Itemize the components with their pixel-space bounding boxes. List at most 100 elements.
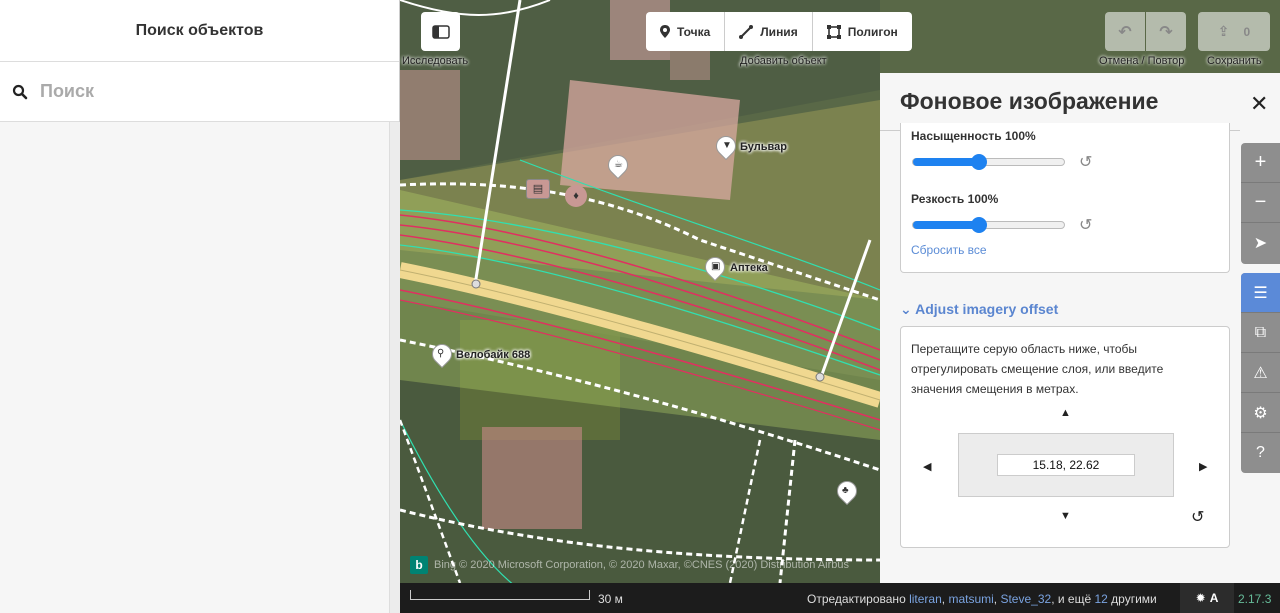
- issues-icon: ⚠: [1253, 364, 1268, 382]
- editor-link[interactable]: matsumi: [948, 592, 993, 606]
- offset-section-title: Adjust imagery offset: [915, 301, 1059, 317]
- sharpness-handle[interactable]: [971, 217, 988, 233]
- bicycle-icon: ⚲: [437, 348, 445, 359]
- editor-link[interactable]: literan: [909, 592, 942, 606]
- reset-saturation-icon[interactable]: ↺: [1079, 152, 1092, 172]
- saturation-handle[interactable]: [971, 154, 988, 170]
- add-line-label: Линия: [760, 24, 798, 39]
- save-count: 0: [1243, 24, 1251, 39]
- editor-link[interactable]: Steve_32: [1000, 592, 1051, 606]
- reset-sharpness-icon[interactable]: ↺: [1079, 215, 1092, 235]
- map-data-icon: ⧉: [1254, 323, 1267, 341]
- upload-icon: ⇪: [1217, 23, 1230, 39]
- sidebar-toggle-button[interactable]: [421, 12, 460, 51]
- display-options-box: Насыщенность 100% ↺ Резкость 100% ↺ Сбро…: [900, 123, 1230, 273]
- add-line-button[interactable]: Линия: [725, 12, 813, 51]
- background-panel: Фоновое изображение ✕ Насыщенность 100% …: [880, 73, 1280, 583]
- undo-icon: ↶: [1118, 23, 1132, 41]
- bug-icon: ✹: [1195, 591, 1206, 605]
- offset-description: Перетащите серую область ниже, чтобы отр…: [911, 342, 1164, 396]
- explore-label: Исследовать: [402, 55, 469, 67]
- feature-search-sidebar: Поиск объектов: [0, 0, 400, 613]
- saturation-value: 100%: [1005, 129, 1036, 143]
- sidebar-header: Поиск объектов: [0, 0, 399, 62]
- preferences-icon: ⚙: [1253, 404, 1268, 422]
- nudge-down-icon[interactable]: ▼: [1060, 510, 1071, 522]
- cafe-icon: ☕: [614, 159, 623, 170]
- zoom-in-icon: +: [1254, 151, 1267, 173]
- bing-logo-icon: b: [410, 556, 428, 574]
- redo-button[interactable]: ↷: [1146, 12, 1186, 51]
- area-icon: [826, 24, 841, 39]
- panes-rail: ☰ ⧉ ⚠ ⚙ ?: [1241, 273, 1280, 473]
- sharpness-label: Резкость 100%: [911, 192, 999, 206]
- help-pane-button[interactable]: ?: [1241, 433, 1280, 473]
- map-controls-rail: + − ➤: [1241, 143, 1280, 264]
- sidebar-title: Поиск объектов: [135, 21, 264, 39]
- issues-pane-button[interactable]: ⚠: [1241, 353, 1280, 393]
- undo-button[interactable]: ↶: [1105, 12, 1145, 51]
- search-bar: [0, 62, 399, 122]
- close-icon[interactable]: ✕: [1250, 91, 1268, 117]
- background-pane-button[interactable]: ☰: [1241, 273, 1280, 313]
- scale-bar[interactable]: [410, 590, 590, 600]
- imagery-attribution[interactable]: b Bing © 2020 Microsoft Corporation, © 2…: [410, 556, 849, 574]
- offset-drag-area[interactable]: [958, 433, 1174, 497]
- version-label[interactable]: 2.17.3: [1238, 592, 1271, 606]
- sidebar-toggle-icon: [431, 24, 450, 39]
- search-input[interactable]: [40, 81, 370, 102]
- search-icon: [12, 84, 28, 99]
- add-point-button[interactable]: Точка: [646, 12, 726, 51]
- map-data-pane-button[interactable]: ⧉: [1241, 313, 1280, 353]
- poi-label[interactable]: Велобайк 688: [456, 349, 530, 361]
- add-feature-label: Добавить объект: [740, 55, 827, 67]
- more-editors-link[interactable]: 12: [1094, 592, 1107, 606]
- offset-box: Перетащите серую область ниже, чтобы отр…: [900, 326, 1230, 548]
- geolocate-button[interactable]: ➤: [1241, 223, 1280, 263]
- issue-label: A: [1209, 591, 1219, 605]
- attribution-text: Bing © 2020 Microsoft Corporation, © 202…: [434, 559, 850, 571]
- app-root: Поиск объектов Поиск ☕ ▼ Бульвар ▣ Аптек…: [0, 0, 1280, 613]
- poi-marker[interactable]: ▤: [526, 179, 550, 199]
- point-icon: [660, 25, 670, 38]
- sidebar-scrollbar[interactable]: [389, 122, 400, 613]
- nudge-left-icon[interactable]: ◀: [923, 460, 931, 473]
- undo-redo-label: Отмена / Повтор: [1099, 55, 1185, 67]
- reset-offset-icon[interactable]: ↺: [1191, 507, 1204, 527]
- add-area-label: Полигон: [847, 24, 898, 39]
- add-point-label: Точка: [677, 24, 711, 39]
- nudge-up-icon[interactable]: ▲: [1060, 407, 1071, 419]
- redo-icon: ↷: [1159, 23, 1173, 41]
- sharpness-slider[interactable]: [912, 217, 1065, 233]
- nudge-right-icon[interactable]: ▶: [1199, 460, 1207, 473]
- tree-icon: ♣: [842, 485, 849, 496]
- reset-all-link[interactable]: Сбросить все: [911, 243, 987, 257]
- help-icon: ?: [1256, 444, 1265, 461]
- poi-label[interactable]: Аптека: [730, 262, 768, 274]
- sharpness-fill: [913, 221, 980, 229]
- poi-marker[interactable]: ♦: [565, 185, 587, 207]
- geolocate-icon: ➤: [1253, 235, 1268, 252]
- saturation-label: Насыщенность 100%: [911, 129, 1036, 143]
- line-icon: [739, 24, 754, 39]
- cup-icon: ▼: [722, 140, 732, 151]
- edited-by-credit: Отредактировано literan, matsumi, Steve_…: [807, 592, 1157, 606]
- panel-title: Фоновое изображение: [900, 88, 1159, 114]
- footer-bar: 30 м Отредактировано literan, matsumi, S…: [400, 583, 1280, 613]
- zoom-out-icon: −: [1254, 191, 1267, 213]
- save-button[interactable]: ⇪ 0: [1198, 12, 1270, 51]
- scale-label: 30 м: [598, 592, 623, 606]
- poi-label[interactable]: Бульвар: [740, 141, 787, 153]
- offset-section-toggle[interactable]: ⌄ Adjust imagery offset: [900, 301, 1058, 318]
- zoom-in-button[interactable]: +: [1241, 143, 1280, 183]
- add-feature-group: Точка Линия Полигон: [646, 12, 912, 51]
- offset-input[interactable]: [997, 454, 1135, 476]
- add-area-button[interactable]: Полигон: [813, 12, 912, 51]
- chevron-down-icon: ⌄: [900, 301, 912, 317]
- issue-info-button[interactable]: ✹ A: [1180, 583, 1234, 613]
- zoom-out-button[interactable]: −: [1241, 183, 1280, 223]
- preferences-pane-button[interactable]: ⚙: [1241, 393, 1280, 433]
- saturation-fill: [913, 158, 980, 166]
- bus-stop-icon: ▣: [711, 261, 721, 272]
- saturation-slider[interactable]: [912, 154, 1065, 170]
